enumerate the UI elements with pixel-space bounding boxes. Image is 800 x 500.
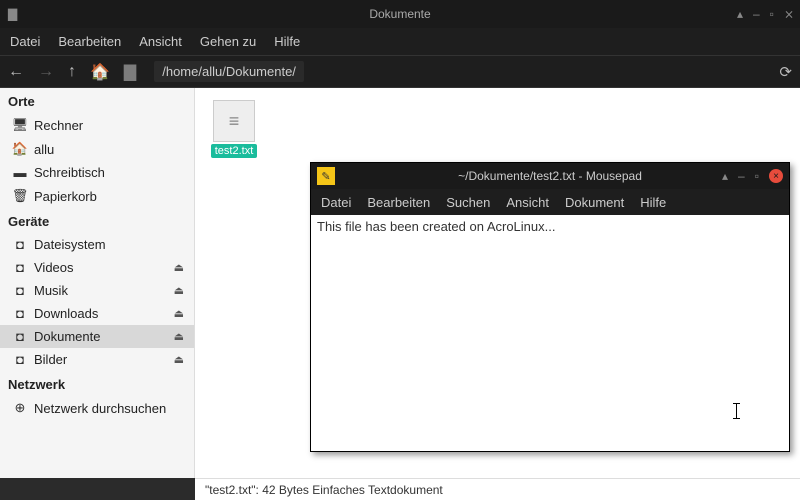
editor-titlebar[interactable]: ✎ ~/Dokumente/test2.txt - Mousepad ▴ – ▫…: [311, 163, 789, 189]
editor-window: ✎ ~/Dokumente/test2.txt - Mousepad ▴ – ▫…: [310, 162, 790, 452]
sidebar-item-icon: ◘: [12, 283, 28, 298]
editor-close-icon[interactable]: ×: [769, 169, 783, 183]
sidebar-item-icon: ◘: [12, 329, 28, 344]
eject-icon[interactable]: ⏏: [174, 353, 184, 366]
sidebar-item-icon: ◘: [12, 237, 28, 252]
editor-minimize-icon[interactable]: –: [738, 169, 745, 183]
sidebar-item-label: Dokumente: [34, 329, 100, 344]
sidebar-item-label: Musik: [34, 283, 68, 298]
fm-menubar: Datei Bearbeiten Ansicht Gehen zu Hilfe: [0, 28, 800, 56]
sidebar-item-dateisystem[interactable]: ◘ Dateisystem: [0, 233, 194, 256]
up-dir-icon[interactable]: ↑: [68, 63, 76, 81]
eject-icon[interactable]: ⏏: [174, 307, 184, 320]
sidebar-item-label: Papierkorb: [34, 189, 97, 204]
folder-icon: ▇: [124, 62, 136, 82]
sidebar-item-musik[interactable]: ◘ Musik ⏏: [0, 279, 194, 302]
reload-icon[interactable]: ⟳: [779, 63, 792, 81]
eject-icon[interactable]: ⏏: [174, 261, 184, 274]
sidebar-item-icon: ⊕: [12, 400, 28, 416]
home-icon[interactable]: 🏠: [90, 62, 110, 82]
sidebar-item-icon: ▬: [12, 165, 28, 180]
menu-gehen zu[interactable]: Gehen zu: [200, 34, 256, 49]
status-bar: "test2.txt": 42 Bytes Einfaches Textdoku…: [195, 478, 800, 500]
sidebar-item-bilder[interactable]: ◘ Bilder ⏏: [0, 348, 194, 371]
editor-menu-suchen[interactable]: Suchen: [446, 195, 490, 210]
sidebar-item-videos[interactable]: ◘ Videos ⏏: [0, 256, 194, 279]
editor-title: ~/Dokumente/test2.txt - Mousepad: [458, 169, 642, 183]
sidebar-item-allu[interactable]: 🏠 allu: [0, 137, 194, 161]
sidebar-item-label: Netzwerk durchsuchen: [34, 401, 166, 416]
editor-menubar: Datei Bearbeiten Suchen Ansicht Dokument Hilf…: [311, 189, 789, 215]
editor-menu-ansicht[interactable]: Ansicht: [506, 195, 549, 210]
editor-window-controls: ▴ – ▫ ×: [722, 169, 783, 183]
eject-icon[interactable]: ⏏: [174, 284, 184, 297]
maximize-icon[interactable]: ▫: [770, 7, 774, 21]
sidebar-item-label: allu: [34, 142, 54, 157]
sidebar-item-icon: 🏠: [12, 141, 28, 157]
minimize-icon[interactable]: –: [753, 7, 760, 21]
sidebar-item-icon: ◘: [12, 260, 28, 275]
sidebar-item-icon: 🗑: [12, 188, 28, 204]
text-cursor-icon: [736, 403, 737, 419]
sidebar-header: Netzwerk: [0, 371, 194, 396]
app-icon: ▇: [8, 7, 17, 21]
sidebar-item-icon: 🖥: [12, 117, 28, 133]
sidebar-item-icon: ◘: [12, 306, 28, 321]
editor-menu-bearbeiten[interactable]: Bearbeiten: [367, 195, 430, 210]
editor-maximize-icon[interactable]: ▫: [755, 169, 759, 183]
menu-datei[interactable]: Datei: [10, 34, 40, 49]
eject-icon[interactable]: ⏏: [174, 330, 184, 343]
editor-menu-dokument[interactable]: Dokument: [565, 195, 624, 210]
sidebar-item-label: Downloads: [34, 306, 98, 321]
sidebar-item-label: Schreibtisch: [34, 165, 105, 180]
editor-content: This file has been created on AcroLinux.…: [317, 219, 555, 234]
sidebar-header: Geräte: [0, 208, 194, 233]
editor-menu-hilfe[interactable]: Hilfe: [640, 195, 666, 210]
menu-bearbeiten[interactable]: Bearbeiten: [58, 34, 121, 49]
window-title: Dokumente: [369, 7, 430, 21]
sidebar-item-papierkorb[interactable]: 🗑 Papierkorb: [0, 184, 194, 208]
mousepad-icon: ✎: [317, 167, 335, 185]
back-icon[interactable]: ←: [8, 63, 24, 81]
status-text: "test2.txt": 42 Bytes Einfaches Textdoku…: [205, 483, 443, 497]
editor-text-area[interactable]: This file has been created on AcroLinux.…: [311, 215, 789, 451]
fm-toolbar: ← → ↑ 🏠 ▇ /home/allu/Dokumente/ ⟳: [0, 56, 800, 88]
sidebar-item-label: Bilder: [34, 352, 67, 367]
window-controls: ▴ – ▫ ⨯: [737, 7, 794, 21]
file-label: test2.txt: [211, 144, 258, 158]
sidebar-item-dokumente[interactable]: ◘ Dokumente ⏏: [0, 325, 194, 348]
sidebar-item-schreibtisch[interactable]: ▬ Schreibtisch: [0, 161, 194, 184]
sidebar-item-label: Rechner: [34, 118, 83, 133]
up-icon[interactable]: ▴: [737, 7, 743, 21]
forward-icon[interactable]: →: [38, 63, 54, 81]
close-icon[interactable]: ⨯: [784, 7, 794, 21]
sidebar-item-icon: ◘: [12, 352, 28, 367]
text-file-icon: ≡: [213, 100, 255, 142]
sidebar-header: Orte: [0, 88, 194, 113]
file-item[interactable]: ≡ test2.txt: [207, 100, 261, 158]
menu-ansicht[interactable]: Ansicht: [139, 34, 182, 49]
editor-menu-datei[interactable]: Datei: [321, 195, 351, 210]
menu-hilfe[interactable]: Hilfe: [274, 34, 300, 49]
sidebar-item-netzwerk-durchsuchen[interactable]: ⊕ Netzwerk durchsuchen: [0, 396, 194, 420]
sidebar-item-label: Videos: [34, 260, 74, 275]
sidebar: Orte 🖥 Rechner 🏠 allu ▬ Schreibtisch 🗑 Papierkor…: [0, 88, 195, 478]
editor-up-icon[interactable]: ▴: [722, 169, 728, 183]
sidebar-item-downloads[interactable]: ◘ Downloads ⏏: [0, 302, 194, 325]
fm-titlebar: ▇ Dokumente ▴ – ▫ ⨯: [0, 0, 800, 28]
sidebar-item-label: Dateisystem: [34, 237, 106, 252]
path-field[interactable]: /home/allu/Dokumente/: [154, 61, 304, 82]
sidebar-item-rechner[interactable]: 🖥 Rechner: [0, 113, 194, 137]
